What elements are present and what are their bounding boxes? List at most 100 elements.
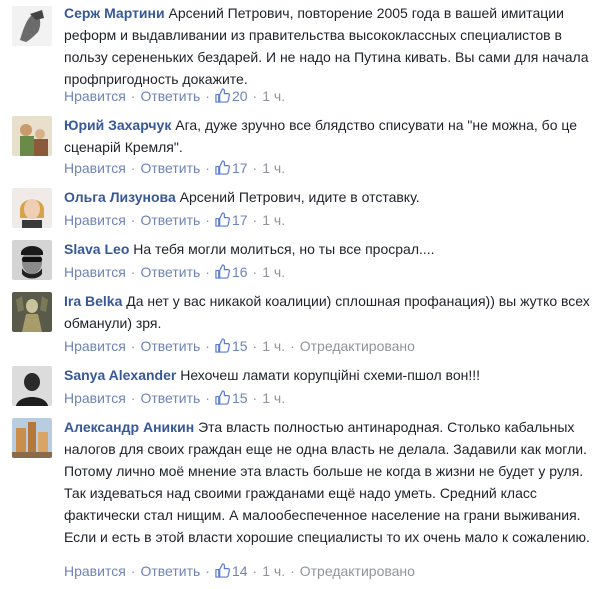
separator: · — [205, 88, 210, 104]
reply-link[interactable]: Ответить — [140, 160, 200, 176]
reply-link[interactable]: Ответить — [140, 390, 200, 406]
separator: · — [205, 264, 210, 280]
comment-author[interactable]: Александр Аникин — [64, 419, 194, 435]
comment-actions: Нравится · Ответить · 20 · 1 ч. — [64, 85, 285, 107]
comment-text: На тебя могли молиться, но ты все просра… — [133, 241, 435, 257]
separator: · — [252, 160, 258, 176]
comment-actions: Нравится · Ответить · 15 · 1 ч. — [64, 387, 285, 409]
reply-link[interactable]: Ответить — [140, 212, 200, 228]
comment-actions: Нравится · Ответить · 16 · 1 ч. — [64, 261, 285, 283]
comment: Ira Belka Да нет у вас никакой коалиции)… — [0, 284, 611, 358]
comment-author[interactable]: Ira Belka — [64, 293, 122, 309]
comment-time[interactable]: 1 ч. — [262, 212, 285, 228]
edited-label[interactable]: Отредактировано — [300, 338, 415, 354]
comment-text: Нехочеш ламати корупційні схеми-пшол вон… — [180, 367, 481, 383]
avatar[interactable] — [12, 240, 52, 280]
like-link[interactable]: Нравится — [64, 88, 126, 104]
comment: Ольга Лизунова Арсений Петрович, идите в… — [0, 180, 611, 232]
separator: · — [290, 563, 295, 579]
comment: Серж Мартини Арсений Петрович, повторени… — [0, 0, 611, 108]
like-link[interactable]: Нравится — [64, 390, 126, 406]
comment-time[interactable]: 1 ч. — [262, 88, 285, 104]
avatar-image-icon — [12, 240, 52, 280]
avatar[interactable] — [12, 418, 52, 458]
comment-actions: Нравится · Ответить · 14 · 1 ч. · Отредактирован… — [64, 560, 415, 582]
avatar[interactable] — [12, 366, 52, 406]
separator: · — [130, 88, 136, 104]
comment-text: Да нет у вас никакой коалиции) сплошная … — [64, 293, 590, 331]
separator: · — [130, 264, 136, 280]
like-link[interactable]: Нравится — [64, 160, 126, 176]
comment-author[interactable]: Slava Leo — [64, 241, 129, 257]
separator: · — [130, 212, 136, 228]
thumbs-up-icon — [215, 390, 230, 405]
reply-link[interactable]: Ответить — [140, 338, 200, 354]
like-count-value: 15 — [231, 390, 248, 406]
avatar-image-icon — [12, 366, 52, 406]
like-count-value: 17 — [231, 212, 248, 228]
separator: · — [290, 338, 295, 354]
comment-actions: Нравится · Ответить · 17 · 1 ч. — [64, 209, 285, 231]
thumbs-up-icon — [215, 88, 230, 103]
like-link[interactable]: Нравится — [64, 264, 126, 280]
comment-actions: Нравится · Ответить · 15 · 1 ч. · Отредактирован… — [64, 335, 415, 357]
reply-link[interactable]: Ответить — [140, 563, 200, 579]
comment-time[interactable]: 1 ч. — [262, 563, 285, 579]
edited-label[interactable]: Отредактировано — [300, 563, 415, 579]
comment-time[interactable]: 1 ч. — [262, 390, 285, 406]
like-count[interactable]: 15 — [215, 390, 248, 406]
like-link[interactable]: Нравится — [64, 338, 126, 354]
separator: · — [205, 390, 210, 406]
avatar[interactable] — [12, 116, 52, 156]
like-count[interactable]: 17 — [215, 212, 248, 228]
separator: · — [130, 160, 136, 176]
like-link[interactable]: Нравится — [64, 563, 126, 579]
separator: · — [205, 160, 210, 176]
like-count[interactable]: 16 — [215, 264, 248, 280]
separator: · — [252, 390, 258, 406]
like-count[interactable]: 15 — [215, 338, 248, 354]
avatar-image-icon — [12, 116, 52, 156]
separator: · — [205, 563, 210, 579]
comment-author[interactable]: Sanya Alexander — [64, 367, 176, 383]
separator: · — [205, 212, 210, 228]
thumbs-up-icon — [215, 212, 230, 227]
separator: · — [252, 338, 258, 354]
like-count[interactable]: 20 — [215, 88, 248, 104]
comment: Sanya Alexander Нехочеш ламати корупційн… — [0, 358, 611, 410]
avatar[interactable] — [12, 6, 52, 46]
thumbs-up-icon — [215, 563, 230, 578]
avatar-image-icon — [12, 6, 52, 46]
avatar[interactable] — [12, 292, 52, 332]
avatar-image-icon — [12, 188, 52, 228]
reply-link[interactable]: Ответить — [140, 88, 200, 104]
separator: · — [252, 88, 258, 104]
comment-text: Эта власть полностью антинародная. Столь… — [64, 419, 590, 545]
like-count-value: 17 — [231, 160, 248, 176]
comment-time[interactable]: 1 ч. — [262, 264, 285, 280]
comment: Slava Leo На тебя могли молиться, но ты … — [0, 232, 611, 284]
comment-author[interactable]: Юрий Захарчук — [64, 117, 171, 133]
avatar[interactable] — [12, 188, 52, 228]
comment-actions: Нравится · Ответить · 17 · 1 ч. — [64, 157, 285, 179]
separator: · — [252, 563, 258, 579]
like-count-value: 16 — [231, 264, 248, 280]
like-count-value: 15 — [231, 338, 248, 354]
like-link[interactable]: Нравится — [64, 212, 126, 228]
comment-author[interactable]: Серж Мартини — [64, 5, 165, 21]
thumbs-up-icon — [215, 338, 230, 353]
like-count[interactable]: 14 — [215, 563, 248, 579]
comment-text: Арсений Петрович, идите в отставку. — [179, 189, 420, 205]
like-count-value: 20 — [231, 88, 248, 104]
avatar-image-icon — [12, 292, 52, 332]
comment-time[interactable]: 1 ч. — [262, 338, 285, 354]
comment-time[interactable]: 1 ч. — [262, 160, 285, 176]
avatar-image-icon — [12, 418, 52, 458]
reply-link[interactable]: Ответить — [140, 264, 200, 280]
separator: · — [130, 338, 136, 354]
separator: · — [252, 264, 258, 280]
like-count[interactable]: 17 — [215, 160, 248, 176]
comment: Александр Аникин Эта власть полностью ан… — [0, 410, 611, 589]
comment-author[interactable]: Ольга Лизунова — [64, 189, 176, 205]
thumbs-up-icon — [215, 264, 230, 279]
